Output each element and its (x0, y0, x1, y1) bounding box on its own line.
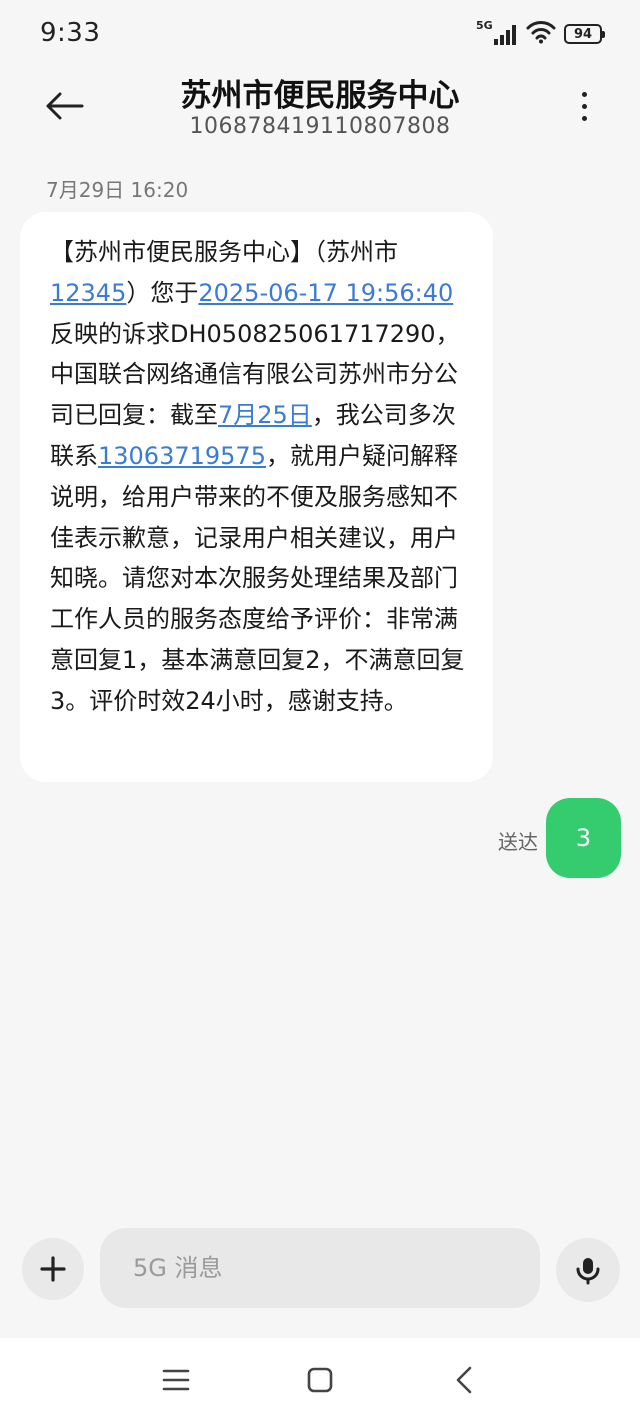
status-icons: 5G 94 (476, 19, 605, 48)
more-options-button[interactable] (572, 82, 596, 130)
phone-number-link[interactable]: 13063719575 (98, 442, 266, 470)
mic-icon (576, 1258, 600, 1285)
battery-icon: 94 (564, 24, 605, 44)
status-bar: 9:33 5G 94 (0, 0, 640, 64)
wifi-icon (526, 20, 556, 48)
delivery-status: 送达 (498, 830, 538, 854)
outgoing-message-bubble[interactable]: 3 (546, 798, 621, 878)
plus-icon (40, 1256, 66, 1282)
status-time: 9:33 (40, 18, 101, 48)
outgoing-message-text: 3 (575, 824, 592, 852)
recent-apps-button[interactable] (156, 1360, 196, 1400)
message-segment: ）您于 (126, 278, 199, 307)
menu-icon (162, 1369, 190, 1391)
cellular-signal-icon: 5G (476, 19, 518, 47)
phone-link[interactable]: 12345 (50, 279, 126, 307)
date-link[interactable]: 7月25日 (218, 401, 312, 429)
battery-level: 94 (573, 26, 593, 42)
home-icon (307, 1367, 333, 1393)
conversation-header: 苏州市便民服务中心 106878419110807808 (0, 64, 640, 164)
contact-number: 106878419110807808 (189, 114, 451, 139)
voice-input-button[interactable] (556, 1238, 620, 1302)
message-segment: ，就用户疑问解释说明，给用户带来的不便及服务感知不佳表示歉意，记录用户相关建议，… (50, 441, 465, 715)
system-back-button[interactable] (444, 1360, 484, 1400)
contact-name: 苏州市便民服务中心 (180, 78, 460, 114)
attach-button[interactable] (22, 1238, 84, 1300)
more-vertical-icon (581, 91, 587, 97)
incoming-message-bubble[interactable]: 【苏州市便民服务中心】（苏州市 12345）您于2025-06-17 19:56:… (20, 212, 493, 782)
message-segment: 【苏州市便民服务中心】（苏州市 (50, 238, 398, 266)
home-button[interactable] (300, 1360, 340, 1400)
message-timestamp: 7月29日 16:20 (46, 178, 189, 202)
system-navigation-bar (0, 1338, 640, 1422)
message-input[interactable] (100, 1228, 540, 1308)
back-chevron-icon (456, 1366, 472, 1394)
datetime-link[interactable]: 2025-06-17 19:56:40 (198, 279, 453, 307)
